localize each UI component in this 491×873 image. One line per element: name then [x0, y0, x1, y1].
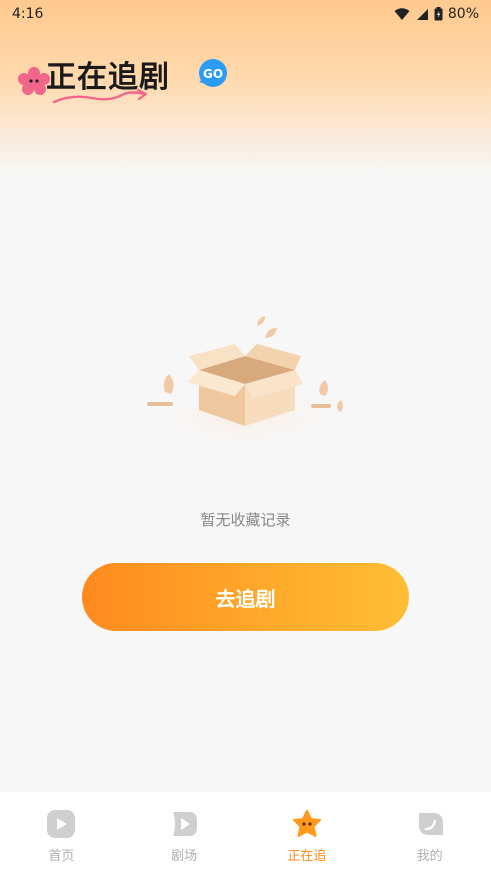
- status-bar: 4:16 80%: [0, 0, 491, 28]
- tab-home-label: 首页: [48, 849, 75, 864]
- star-icon: [292, 810, 321, 837]
- tab-profile-label: 我的: [416, 849, 443, 864]
- go-badge-text: GO: [203, 67, 223, 81]
- go-watch-button[interactable]: 去追剧: [82, 563, 409, 631]
- tab-theater[interactable]: 剧场: [123, 792, 246, 873]
- wifi-icon: [394, 7, 410, 20]
- tab-profile[interactable]: 我的: [368, 792, 491, 873]
- battery-icon: [434, 7, 443, 21]
- status-icons: 80%: [394, 6, 479, 22]
- squiggle-arrow-icon: [52, 88, 148, 104]
- signal-icon: [416, 8, 428, 20]
- empty-box-icon: [137, 316, 353, 450]
- tab-home[interactable]: 首页: [0, 792, 123, 873]
- tab-theater-label: 剧场: [171, 849, 198, 864]
- go-badge-icon: GO: [199, 59, 227, 87]
- status-time: 4:16: [12, 6, 44, 22]
- profile-leaf-icon: [418, 813, 443, 835]
- play-ticket-icon: [173, 812, 198, 836]
- battery-percentage: 80%: [447, 6, 479, 22]
- tab-following[interactable]: 正在追: [246, 792, 369, 873]
- play-square-icon: [47, 810, 76, 838]
- tab-following-label: 正在追: [287, 849, 327, 864]
- bottom-tab-bar: 首页 剧场 正在追 我的: [0, 792, 491, 873]
- empty-state-message: 暂无收藏记录: [200, 511, 291, 529]
- page-header: 正在追剧 GO: [18, 52, 238, 112]
